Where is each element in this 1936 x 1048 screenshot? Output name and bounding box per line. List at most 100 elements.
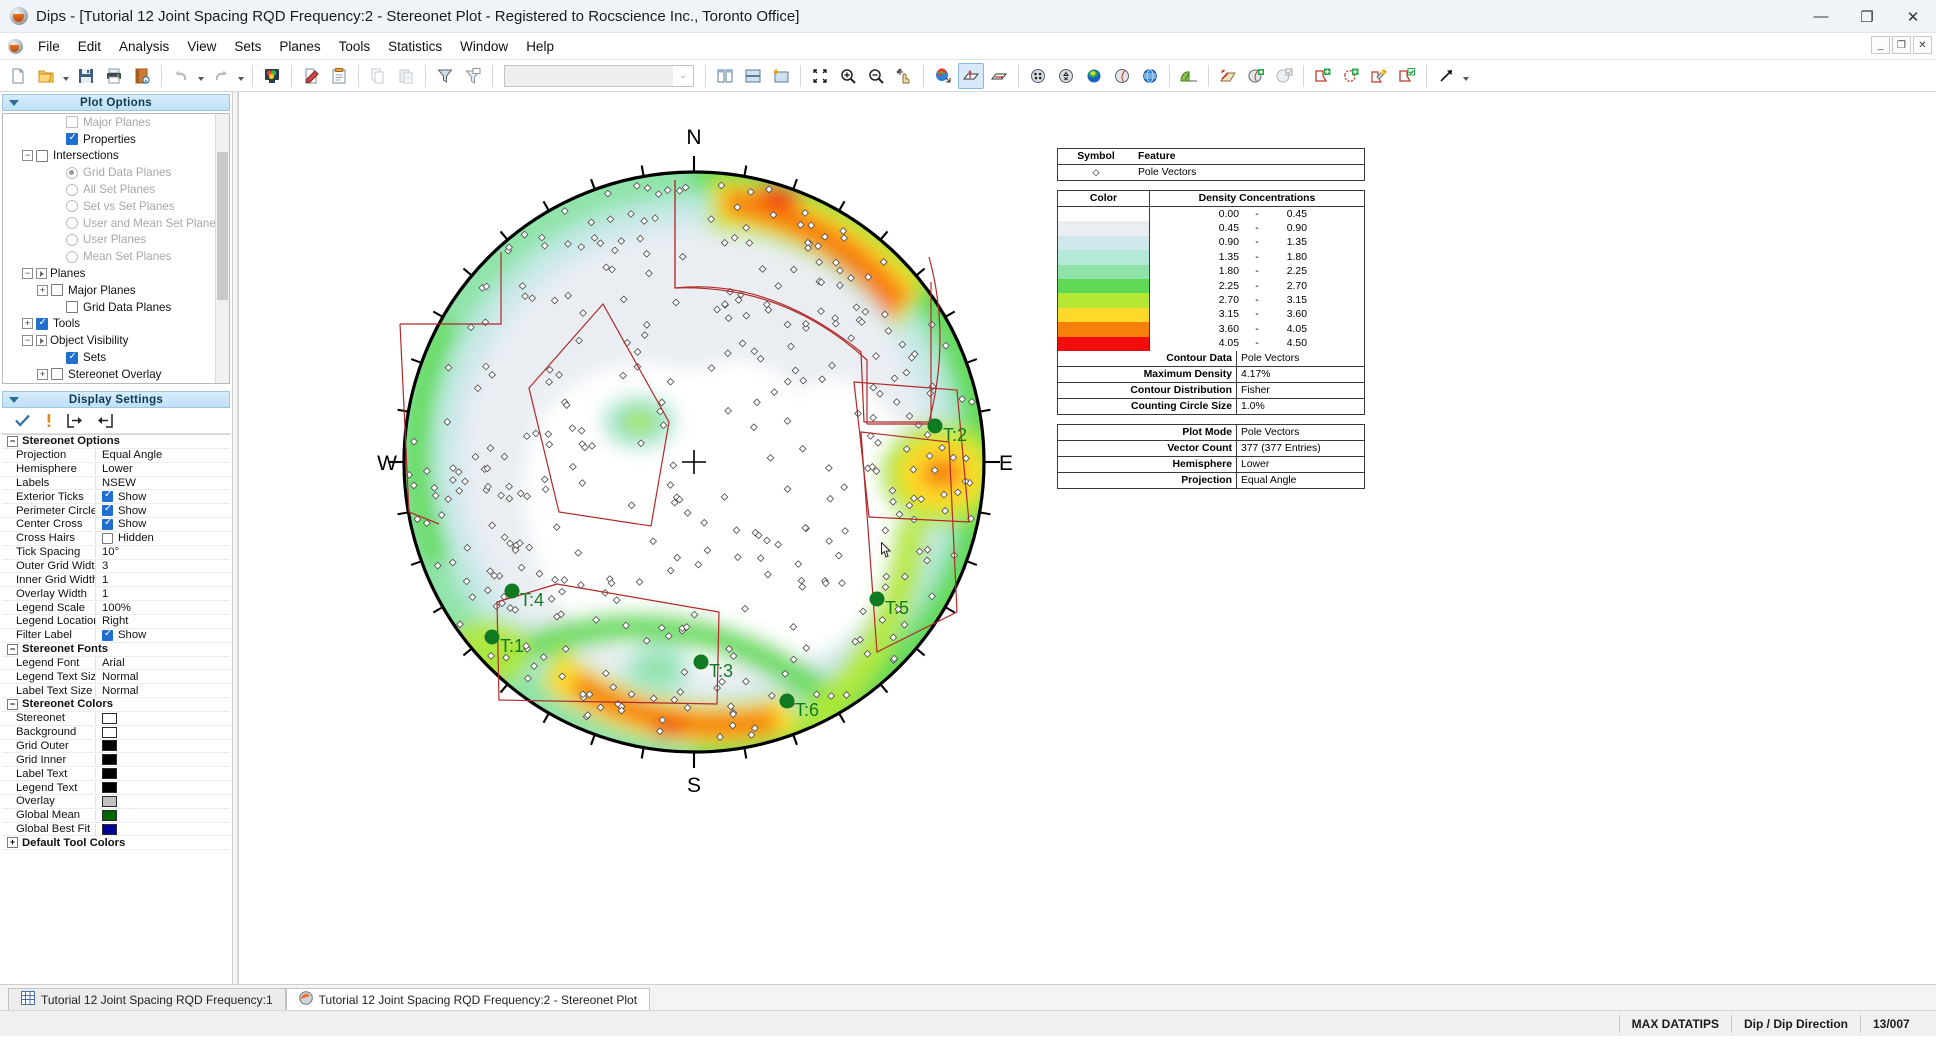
- 3d-stereonet-icon[interactable]: [1137, 63, 1163, 89]
- tree-checkbox[interactable]: [36, 150, 48, 162]
- tree-item-all-set-planes[interactable]: All Set Planes: [3, 181, 229, 198]
- property-checkbox[interactable]: [102, 505, 113, 516]
- open-dropdown-arrow-icon[interactable]: [60, 63, 72, 89]
- minimize-button[interactable]: —: [1798, 0, 1844, 33]
- property-row-tick-spacing[interactable]: Tick Spacing10°: [2, 546, 230, 560]
- tree-item-user-and-mean-set-planes[interactable]: User and Mean Set Planes: [3, 215, 229, 232]
- property-row-cross-hairs[interactable]: Cross HairsHidden: [2, 532, 230, 546]
- property-row-labels[interactable]: LabelsNSEW: [2, 477, 230, 491]
- collapse-expander-icon[interactable]: −: [22, 335, 33, 346]
- tree-radio[interactable]: [66, 200, 78, 212]
- property-row-grid-inner[interactable]: Grid Inner: [2, 753, 230, 767]
- tree-radio[interactable]: [66, 234, 78, 246]
- property-row-hemisphere[interactable]: HemisphereLower: [2, 463, 230, 477]
- tree-item-major-planes[interactable]: Major Planes: [3, 114, 229, 131]
- property-row-inner-grid-width[interactable]: Inner Grid Width1: [2, 573, 230, 587]
- wedge-icon[interactable]: [1215, 63, 1241, 89]
- menu-window[interactable]: Window: [451, 35, 517, 58]
- close-document-icon[interactable]: ✕: [129, 63, 155, 89]
- new-file-icon[interactable]: [5, 63, 31, 89]
- property-row-perimeter-circle[interactable]: Perimeter CircleShow: [2, 504, 230, 518]
- apply-checkmark-icon[interactable]: [14, 413, 31, 431]
- symbolic-plot-icon[interactable]: [1053, 63, 1079, 89]
- property-checkbox[interactable]: [102, 519, 113, 530]
- maximize-button[interactable]: ❐: [1844, 0, 1890, 33]
- property-group-stereonet-fonts[interactable]: −Stereonet Fonts: [2, 643, 230, 657]
- filter-icon[interactable]: [432, 63, 458, 89]
- menu-edit[interactable]: Edit: [69, 35, 110, 58]
- redo-dropdown-arrow-icon[interactable]: [235, 63, 247, 89]
- document-tab-1[interactable]: Tutorial 12 Joint Spacing RQD Frequency:…: [8, 988, 286, 1010]
- property-group-stereonet-options[interactable]: −Stereonet Options: [2, 435, 230, 449]
- tree-radio[interactable]: [66, 217, 78, 229]
- property-row-legend-scale[interactable]: Legend Scale100%: [2, 601, 230, 615]
- color-swatch[interactable]: [102, 768, 117, 779]
- open-folder-icon[interactable]: [33, 63, 59, 89]
- tree-item-intersections[interactable]: −Intersections: [3, 148, 229, 165]
- tree-item-sets[interactable]: Sets: [3, 349, 229, 366]
- tree-checkbox[interactable]: [66, 116, 78, 128]
- property-group-default-tool-colors[interactable]: +Default Tool Colors: [2, 836, 230, 850]
- property-row-legend-location[interactable]: Legend LocationRight: [2, 615, 230, 629]
- property-row-filter-label[interactable]: Filter LabelShow: [2, 629, 230, 643]
- check-set-icon[interactable]: [1394, 63, 1420, 89]
- filter-data-icon[interactable]: [460, 63, 486, 89]
- display-settings-property-grid[interactable]: −Stereonet OptionsProjectionEqual AngleH…: [2, 434, 230, 984]
- zoom-stereonet-icon[interactable]: [930, 63, 956, 89]
- undo-icon[interactable]: [168, 63, 194, 89]
- tree-checkbox[interactable]: [36, 318, 48, 330]
- tree-item-set-vs-set-planes[interactable]: Set vs Set Planes: [3, 198, 229, 215]
- pan-icon[interactable]: [891, 63, 917, 89]
- property-row-legend-text[interactable]: Legend Text: [2, 781, 230, 795]
- rosette-plot-icon[interactable]: [1109, 63, 1135, 89]
- undo-dropdown-arrow-icon[interactable]: [195, 63, 207, 89]
- tree-item-grid-data-planes[interactable]: Grid Data Planes: [3, 299, 229, 316]
- tree-triangle-icon[interactable]: [36, 268, 47, 279]
- pole-vectors-icon[interactable]: [958, 63, 984, 89]
- tree-item-stereonet-overlay[interactable]: +Stereonet Overlay: [3, 366, 229, 383]
- new-window-icon[interactable]: [768, 63, 794, 89]
- tree-item-major-planes[interactable]: +Major Planes: [3, 282, 229, 299]
- property-row-legend-text-size[interactable]: Legend Text SizeNormal: [2, 670, 230, 684]
- menu-planes[interactable]: Planes: [270, 35, 329, 58]
- property-checkbox[interactable]: [102, 491, 113, 502]
- color-swatch[interactable]: [102, 713, 117, 724]
- auto-set-icon[interactable]: [1366, 63, 1392, 89]
- tree-checkbox[interactable]: [66, 352, 78, 364]
- tree-radio[interactable]: [66, 167, 78, 179]
- copy-icon[interactable]: [365, 63, 391, 89]
- display-settings-header[interactable]: Display Settings: [2, 391, 230, 408]
- tree-item-properties[interactable]: Properties: [3, 131, 229, 148]
- expand-expander-icon[interactable]: +: [37, 285, 48, 296]
- plot-options-header[interactable]: Plot Options: [2, 94, 230, 111]
- property-row-label-text[interactable]: Label Text: [2, 767, 230, 781]
- menu-sets[interactable]: Sets: [225, 35, 270, 58]
- paste-icon[interactable]: [393, 63, 419, 89]
- mdi-close-button[interactable]: ✕: [1913, 36, 1932, 54]
- property-row-overlay-width[interactable]: Overlay Width1: [2, 587, 230, 601]
- import-settings-icon[interactable]: [97, 413, 113, 431]
- menu-file[interactable]: File: [29, 35, 69, 58]
- collapse-group-icon[interactable]: −: [7, 644, 18, 655]
- arrow-tool-icon[interactable]: [1433, 63, 1459, 89]
- tree-checkbox[interactable]: [66, 301, 78, 313]
- tree-item-global-mean[interactable]: Global Mean: [3, 383, 229, 384]
- tree-radio[interactable]: [66, 184, 78, 196]
- zoom-out-icon[interactable]: [863, 63, 889, 89]
- property-row-projection[interactable]: ProjectionEqual Angle: [2, 449, 230, 463]
- document-tab-2[interactable]: Tutorial 12 Joint Spacing RQD Frequency:…: [286, 988, 650, 1010]
- color-swatch[interactable]: [102, 810, 117, 821]
- plane-vectors-icon[interactable]: [986, 63, 1012, 89]
- add-set-window-icon[interactable]: [1310, 63, 1336, 89]
- property-row-overlay[interactable]: Overlay: [2, 795, 230, 809]
- collapse-expander-icon[interactable]: −: [22, 150, 33, 161]
- menu-view[interactable]: View: [178, 35, 225, 58]
- tree-checkbox[interactable]: [51, 368, 63, 380]
- tree-item-mean-set-planes[interactable]: Mean Set Planes: [3, 248, 229, 265]
- plot-options-tree[interactable]: Major PlanesProperties−Intersections Grid…: [2, 113, 230, 384]
- property-checkbox[interactable]: [102, 533, 113, 544]
- edit-properties-icon[interactable]: [298, 63, 324, 89]
- color-swatch[interactable]: [102, 782, 117, 793]
- color-swatch[interactable]: [102, 740, 117, 751]
- property-row-label-text-size[interactable]: Label Text SizeNormal: [2, 684, 230, 698]
